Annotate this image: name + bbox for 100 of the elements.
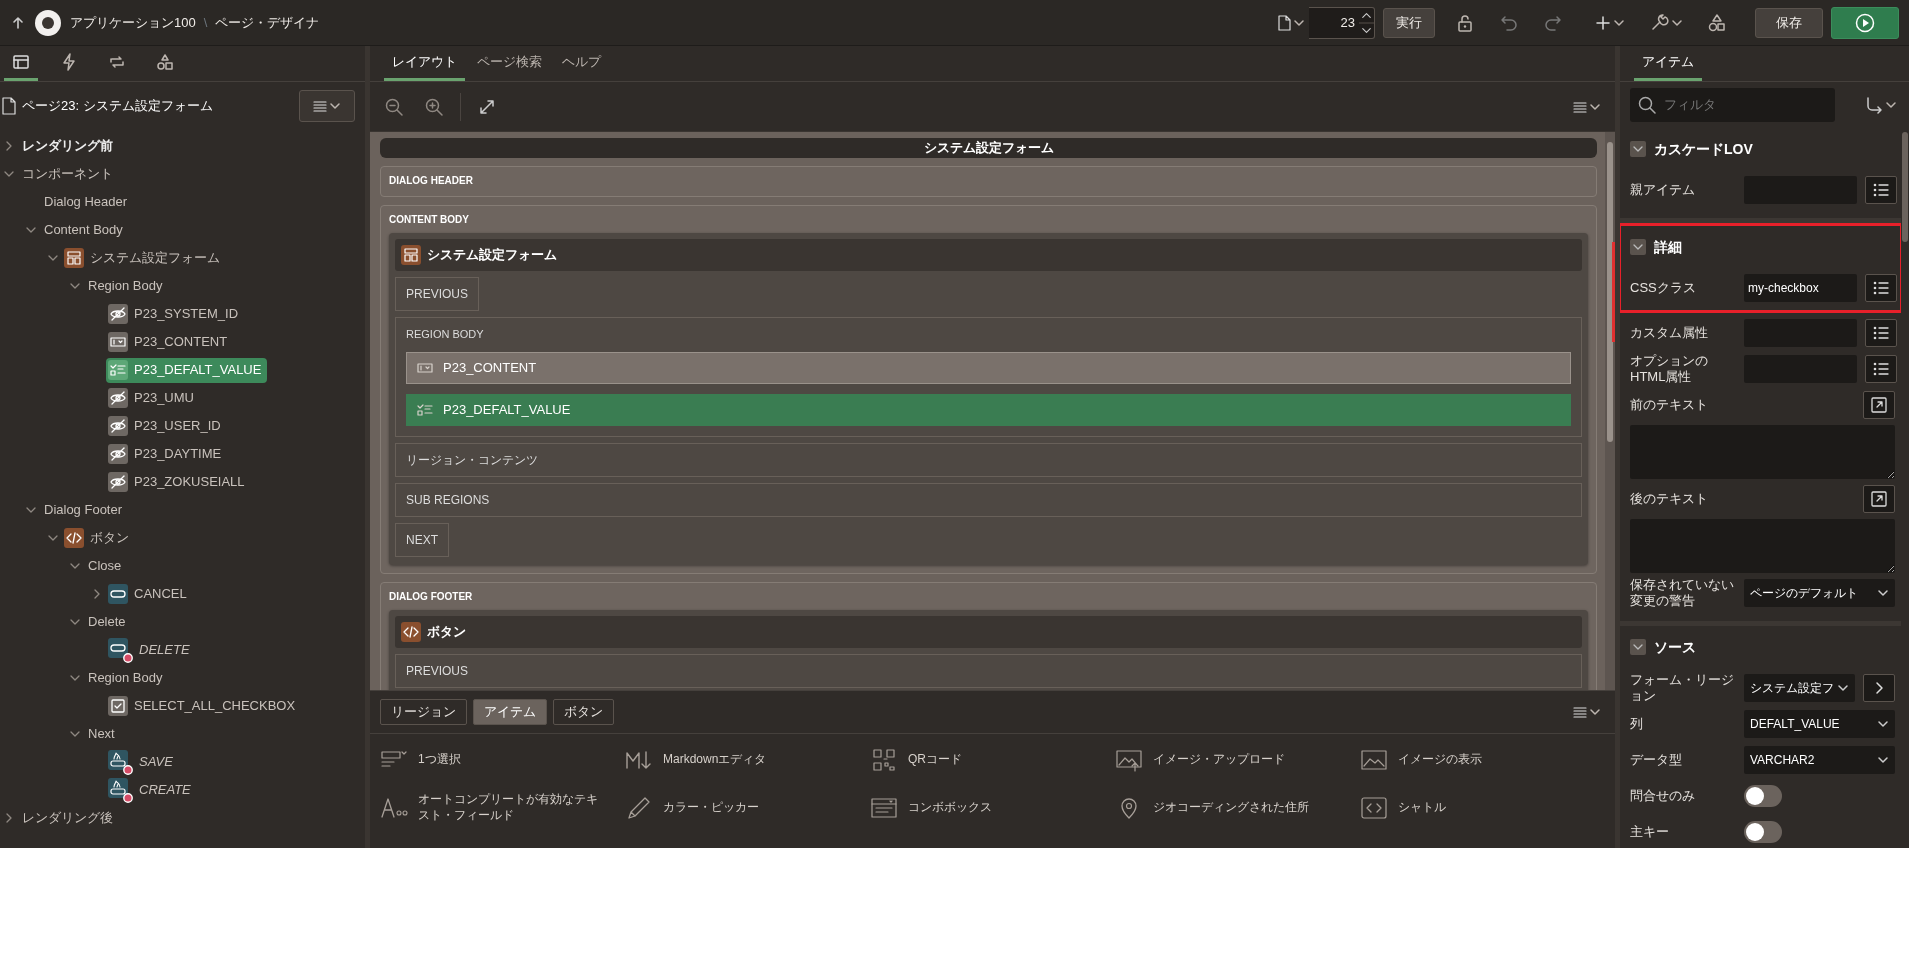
- tree-item-label: P23_ZOKUSEIALL: [134, 473, 245, 492]
- field-label: 親アイテム: [1630, 182, 1696, 198]
- tree-item-label: レンダリング前: [22, 137, 113, 156]
- tree-item[interactable]: Region Body: [84, 273, 169, 299]
- region-header[interactable]: システム設定フォーム: [395, 238, 1582, 271]
- tree-item[interactable]: Next: [84, 721, 121, 747]
- field-label: 後のテキスト: [1630, 491, 1709, 507]
- drop-slot: PREVIOUS: [395, 276, 479, 311]
- section-label: DIALOG FOOTER: [389, 590, 474, 604]
- select-field[interactable]: DEFALT_VALUE: [1744, 710, 1895, 738]
- tree-item-label: SAVE: [139, 753, 173, 772]
- gallery-item[interactable]: コンボボックス: [870, 787, 1115, 828]
- tree-item[interactable]: Delete: [84, 609, 132, 635]
- tab[interactable]: ヘルプ: [554, 45, 609, 81]
- tree-item-label: レンダリング後: [22, 809, 113, 828]
- app-name[interactable]: アプリケーション100: [70, 12, 196, 33]
- page-number-field[interactable]: 23: [1309, 6, 1359, 39]
- tree-item-label: システム設定フォーム: [90, 249, 220, 268]
- section-title: 詳細: [1654, 237, 1682, 257]
- text-field[interactable]: my-checkbox: [1744, 274, 1857, 302]
- gallery-item[interactable]: Markdownエディタ: [625, 739, 870, 780]
- tree-item[interactable]: P23_SYSTEM_ID: [106, 301, 245, 327]
- run-button[interactable]: 実行: [1383, 7, 1435, 38]
- field-label: CSSクラス: [1630, 280, 1697, 296]
- tree-item-label: CANCEL: [134, 585, 187, 604]
- tree-item-label: Content Body: [44, 221, 123, 240]
- gallery-item-label: 1つ選択: [418, 751, 461, 768]
- section-label: CONTENT BODY: [389, 212, 470, 227]
- tree-item[interactable]: Dialog Header: [40, 189, 134, 215]
- tree-item-label: Dialog Footer: [44, 501, 123, 520]
- slot-label: REGION BODY: [406, 326, 485, 342]
- field-label: 前のテキスト: [1630, 397, 1709, 413]
- tree-item[interactable]: ボタン: [62, 525, 135, 551]
- save-button[interactable]: 保存: [1755, 7, 1823, 38]
- tree-item-label: コンポーネント: [22, 165, 113, 184]
- tree-item[interactable]: Dialog Footer: [40, 497, 129, 523]
- tree-item[interactable]: Region Body: [84, 665, 169, 691]
- gallery-tab[interactable]: リージョン: [380, 699, 467, 725]
- tree-item[interactable]: システム設定フォーム: [62, 245, 226, 271]
- gallery-item[interactable]: イメージの表示: [1360, 739, 1605, 780]
- filter-input[interactable]: フィルタ: [1662, 94, 1822, 116]
- gallery-item-label: イメージ・アップロード: [1153, 751, 1285, 768]
- tree-item[interactable]: Close: [84, 553, 128, 579]
- page-title: ページ・デザイナ: [215, 13, 320, 32]
- tree-item-label: P23_DEFALT_VALUE: [134, 361, 262, 380]
- tree-item-label: Region Body: [88, 277, 163, 296]
- field-label: 列: [1630, 716, 1644, 732]
- region-title: ボタン: [427, 623, 466, 642]
- tree-item[interactable]: P23_CONTENT: [106, 329, 234, 355]
- tree-item[interactable]: DELETE: [106, 637, 196, 663]
- drop-slot: SUB REGIONS: [395, 483, 1582, 517]
- tree-item-label: CREATE: [139, 781, 191, 800]
- tab[interactable]: レイアウト: [384, 45, 465, 81]
- section-title: カスケードLOV: [1654, 139, 1753, 159]
- tree-item-label: P23_SYSTEM_ID: [134, 305, 239, 324]
- layout-item[interactable]: P23_DEFALT_VALUE: [406, 394, 1571, 426]
- drop-slot: リージョン・コンテンツ: [395, 443, 1582, 477]
- field-label: 主キー: [1630, 824, 1670, 840]
- tree-item[interactable]: レンダリング後: [18, 805, 119, 831]
- tree-item[interactable]: コンポーネント: [18, 161, 119, 187]
- tree-item-label: SELECT_ALL_CHECKBOX: [134, 697, 296, 716]
- gallery-tab[interactable]: ボタン: [553, 699, 614, 725]
- tree-item[interactable]: Content Body: [40, 217, 129, 243]
- select-field[interactable]: VARCHAR2: [1744, 746, 1895, 774]
- layout-item[interactable]: P23_CONTENT: [406, 352, 1571, 384]
- select-field[interactable]: ページのデフォルト: [1744, 579, 1895, 607]
- tree-item-label: Delete: [88, 613, 126, 632]
- tree-item[interactable]: P23_ZOKUSEIALL: [106, 469, 251, 495]
- tree-item[interactable]: CREATE: [106, 777, 197, 803]
- gallery-tab[interactable]: アイテム: [473, 699, 547, 725]
- drop-slot: NEXT: [395, 523, 449, 557]
- region-header[interactable]: ボタン: [395, 616, 1582, 648]
- section-title: ソース: [1654, 637, 1696, 657]
- tree-item[interactable]: レンダリング前: [18, 133, 119, 159]
- field-label: 保存されていない変更の警告: [1630, 577, 1735, 609]
- gallery-item[interactable]: ジオコーディングされた住所: [1115, 787, 1360, 828]
- gallery-item[interactable]: 1つ選択: [380, 739, 625, 780]
- tree-item[interactable]: P23_DAYTIME: [106, 441, 228, 467]
- tree-item[interactable]: CANCEL: [106, 581, 193, 607]
- gallery-item[interactable]: オートコンプリートが有効なテキスト・フィールド: [380, 787, 625, 828]
- tree-item[interactable]: P23_USER_ID: [106, 413, 227, 439]
- tree-item[interactable]: P23_DEFALT_VALUE: [106, 357, 268, 383]
- gallery-item-label: ジオコーディングされた住所: [1153, 799, 1309, 816]
- tab[interactable]: ページ検索: [469, 45, 550, 81]
- region-title: システム設定フォーム: [427, 245, 557, 264]
- gallery-item-label: Markdownエディタ: [663, 751, 767, 768]
- gallery-item[interactable]: QRコード: [870, 739, 1115, 780]
- tree-item-label: P23_DAYTIME: [134, 445, 222, 464]
- tree-item[interactable]: SELECT_ALL_CHECKBOX: [106, 693, 302, 719]
- tree-item-label: Close: [88, 557, 122, 576]
- tab[interactable]: アイテム: [1634, 45, 1702, 81]
- item-label: P23_CONTENT: [443, 359, 537, 378]
- select-field[interactable]: システム設定フ: [1744, 674, 1855, 702]
- gallery-item[interactable]: カラー・ピッカー: [625, 787, 870, 828]
- gallery-item[interactable]: イメージ・アップロード: [1115, 739, 1360, 780]
- tree-item[interactable]: P23_UMU: [106, 385, 200, 411]
- gallery-item[interactable]: シャトル: [1360, 787, 1605, 828]
- tree-item[interactable]: SAVE: [106, 749, 179, 775]
- filter-field[interactable]: フィルタ: [1630, 88, 1835, 122]
- field-label: カスタム属性: [1630, 325, 1709, 341]
